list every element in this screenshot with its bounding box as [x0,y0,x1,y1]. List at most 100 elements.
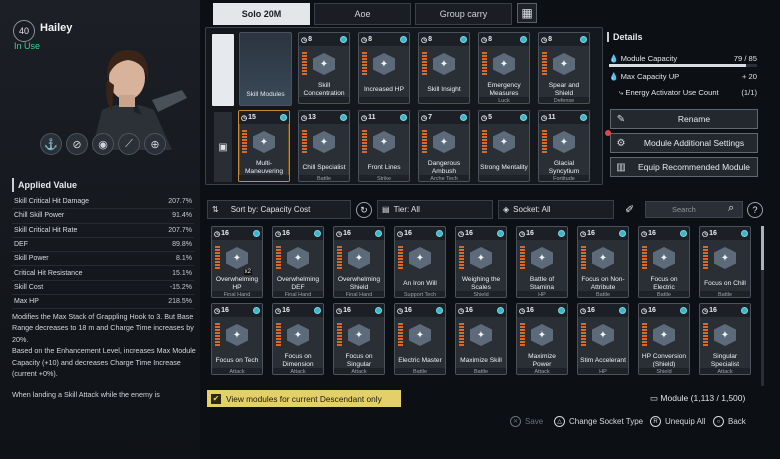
stat-row: Skill Cost -15.2% [12,281,194,296]
module-card[interactable]: ◷ 16 ✦ Stim Accelerant HP [577,303,629,375]
module-card[interactable]: ◷ 5 ✦ Strong Mentality [478,110,530,182]
module-card[interactable]: ◷ 16 ✦ Maximize Power Attack [516,303,568,375]
module-emblem-icon: ✦ [226,247,248,269]
tier-bars [482,130,487,154]
module-card[interactable]: ◷ 16 ✦ Focus on Chill Battle [699,226,751,298]
module-card[interactable]: ◷ 16 ✦ Electric Master Battle [394,303,446,375]
unequip-all-button[interactable]: R Unequip All [650,416,705,427]
module-image: ✦ [212,317,262,353]
module-emblem-icon: ✦ [348,247,370,269]
search-icon[interactable]: ⌕ [728,202,734,215]
grid-view-icon[interactable]: ▦ [517,3,537,23]
socket-icon [253,230,260,237]
module-card[interactable]: ◷ 16 ✦ Maximize Skill Battle [455,303,507,375]
module-card[interactable]: ◷ 11 ✦ Front Lines Strike [358,110,410,182]
module-card[interactable]: ◷ 16 ✦ Focus on Singular Attack [333,303,385,375]
module-emblem-icon: ✦ [287,247,309,269]
description-paragraph: Based on the Enhancement Level, increase… [12,346,196,379]
module-type: Fortitude [539,175,589,181]
module-card[interactable]: ◷ 16 ✦ Weighing the Scales Shield [455,226,507,298]
capacity-badge: ◷ 16 [336,230,351,238]
brush-icon[interactable]: ✐ [625,203,634,216]
module-card[interactable]: ◷ 7 ✦ Dangerous Ambush Arche Tech [418,110,470,182]
sort-icon: ⇅ [212,205,219,214]
tab-solo-20m[interactable]: Solo 20M [213,3,310,25]
back-button[interactable]: ○ Back [713,416,746,427]
module-type: Shield [456,291,506,297]
tier-bars [542,130,547,154]
socket-icon [460,114,467,121]
module-card[interactable]: ◷ 16 ✦ Focus on Non-Attribute Battle [577,226,629,298]
module-name: Electric Master [398,356,442,364]
module-card[interactable]: ◷ 16 ✦ Focus on Dimension Attack [272,303,324,375]
save-button[interactable]: ✕ Save [510,416,543,427]
refresh-icon[interactable]: ↻ [356,202,372,218]
socket-icon [340,36,347,43]
socket-dropdown[interactable]: ◈ Socket: All [498,200,614,219]
applied-value-heading: Applied Value [12,178,194,192]
capacity-badge: ◷ 13 [301,114,316,122]
socket-icon [314,307,321,314]
tab-group-carry[interactable]: Group carry [415,3,512,25]
capacity-badge: ◷ 16 [458,230,473,238]
tier-dropdown[interactable]: ▤ Tier: All [377,200,493,219]
card-header: ◷ 8 [539,33,589,46]
module-emblem-icon: ✦ [470,247,492,269]
module-type: Attack [517,368,567,374]
module-card[interactable]: ◷ 16 ✦ An Iron Will Support Tech [394,226,446,298]
module-card[interactable]: ◷ 16 ✦ Overwhelming Shield Final Hand [333,226,385,298]
stat-value: 8.1% [176,255,192,263]
socket-icon [375,230,382,237]
card-header: ◷ 16 [639,227,689,240]
socket-toggle-icon[interactable]: ▣ [214,112,232,182]
module-card[interactable]: ◷ 16 ✦ Battle of Stamina HP [516,226,568,298]
module-image: ✦ [419,124,469,160]
module-card[interactable]: ◷ 16 ✦ HP Conversion (Shield) Shield [638,303,690,375]
stat-row: Critical Hit Resistance 15.1% [12,266,194,281]
module-image: ✦ [273,317,323,353]
module-card[interactable]: ◷ 13 ✦ Chill Specialist Battle [298,110,350,182]
module-emblem-icon: ✦ [493,131,515,153]
equip-recommended-button[interactable]: ▥ Equip Recommended Module [610,157,758,177]
activator-label: ⤷ Energy Activator Use Count [619,88,719,97]
sort-dropdown[interactable]: ⇅ Sort by: Capacity Cost [207,200,351,219]
module-image: ✦ [239,124,289,160]
module-card[interactable]: ◷ 8 ✦ Emergency Measures Luck [478,32,530,104]
module-image: ✦ [395,317,445,353]
module-card[interactable]: ◷ 8 ✦ Increased HP [358,32,410,104]
card-header: ◷ 16 [639,304,689,317]
module-card[interactable]: ◷ 8 ✦ Spear and Shield Defense [538,32,590,104]
module-card[interactable]: ◷ 11 ✦ Glacial Syncytium Fortitude [538,110,590,182]
module-name: Chill Specialist [302,163,346,171]
module-card[interactable]: ◷ 15 ✦ Multi-Maneuvering [238,110,290,182]
module-card[interactable]: ◷ 16 ✦ x2 Overwhelming HP Final Hand [211,226,263,298]
module-card[interactable]: ◷ 8 ✦ Skill Insight [418,32,470,104]
module-card[interactable]: ◷ 8 ✦ Skill Concentration [298,32,350,104]
module-name: Singular Specialist [710,353,740,368]
module-image: ✦ [299,124,349,160]
stat-value: 207.7% [168,226,192,234]
module-additional-settings-button[interactable]: ⚙ Module Additional Settings [610,133,758,153]
rename-button[interactable]: ✎ Rename [610,109,758,129]
module-card[interactable]: ◷ 16 ✦ Focus on Tech Attack [211,303,263,375]
module-type [299,97,349,103]
view-current-descendant-toggle[interactable]: ✔ View modules for current Descendant onl… [207,390,401,407]
tab-aoe[interactable]: Aoe [314,3,411,25]
grid-scroll-thumb[interactable] [761,226,764,270]
module-name: Stim Accelerant [580,356,626,364]
module-emblem-icon: ✦ [714,324,736,346]
module-image: ✦ [539,124,589,160]
skill-module-slot[interactable]: Skill Modules [239,32,292,106]
card-header: ◷ 16 [700,304,750,317]
capacity-badge: ◷ 8 [541,36,553,44]
module-card[interactable]: ◷ 16 ✦ Focus on Electric Battle [638,226,690,298]
socket-icon [436,230,443,237]
module-emblem-icon: ✦ [493,53,515,75]
module-card[interactable]: ◷ 16 ✦ Singular Specialist Attack [699,303,751,375]
stat-row: Skill Critical Hit Rate 207.7% [12,224,194,238]
capacity-badge: ◷ 16 [397,230,412,238]
module-card[interactable]: ◷ 16 ✦ Overwhelming DEF Final Hand [272,226,324,298]
capacity-badge: ◷ 16 [214,230,229,238]
change-socket-type-button[interactable]: △ Change Socket Type [554,416,643,427]
help-icon[interactable]: ? [747,202,763,218]
